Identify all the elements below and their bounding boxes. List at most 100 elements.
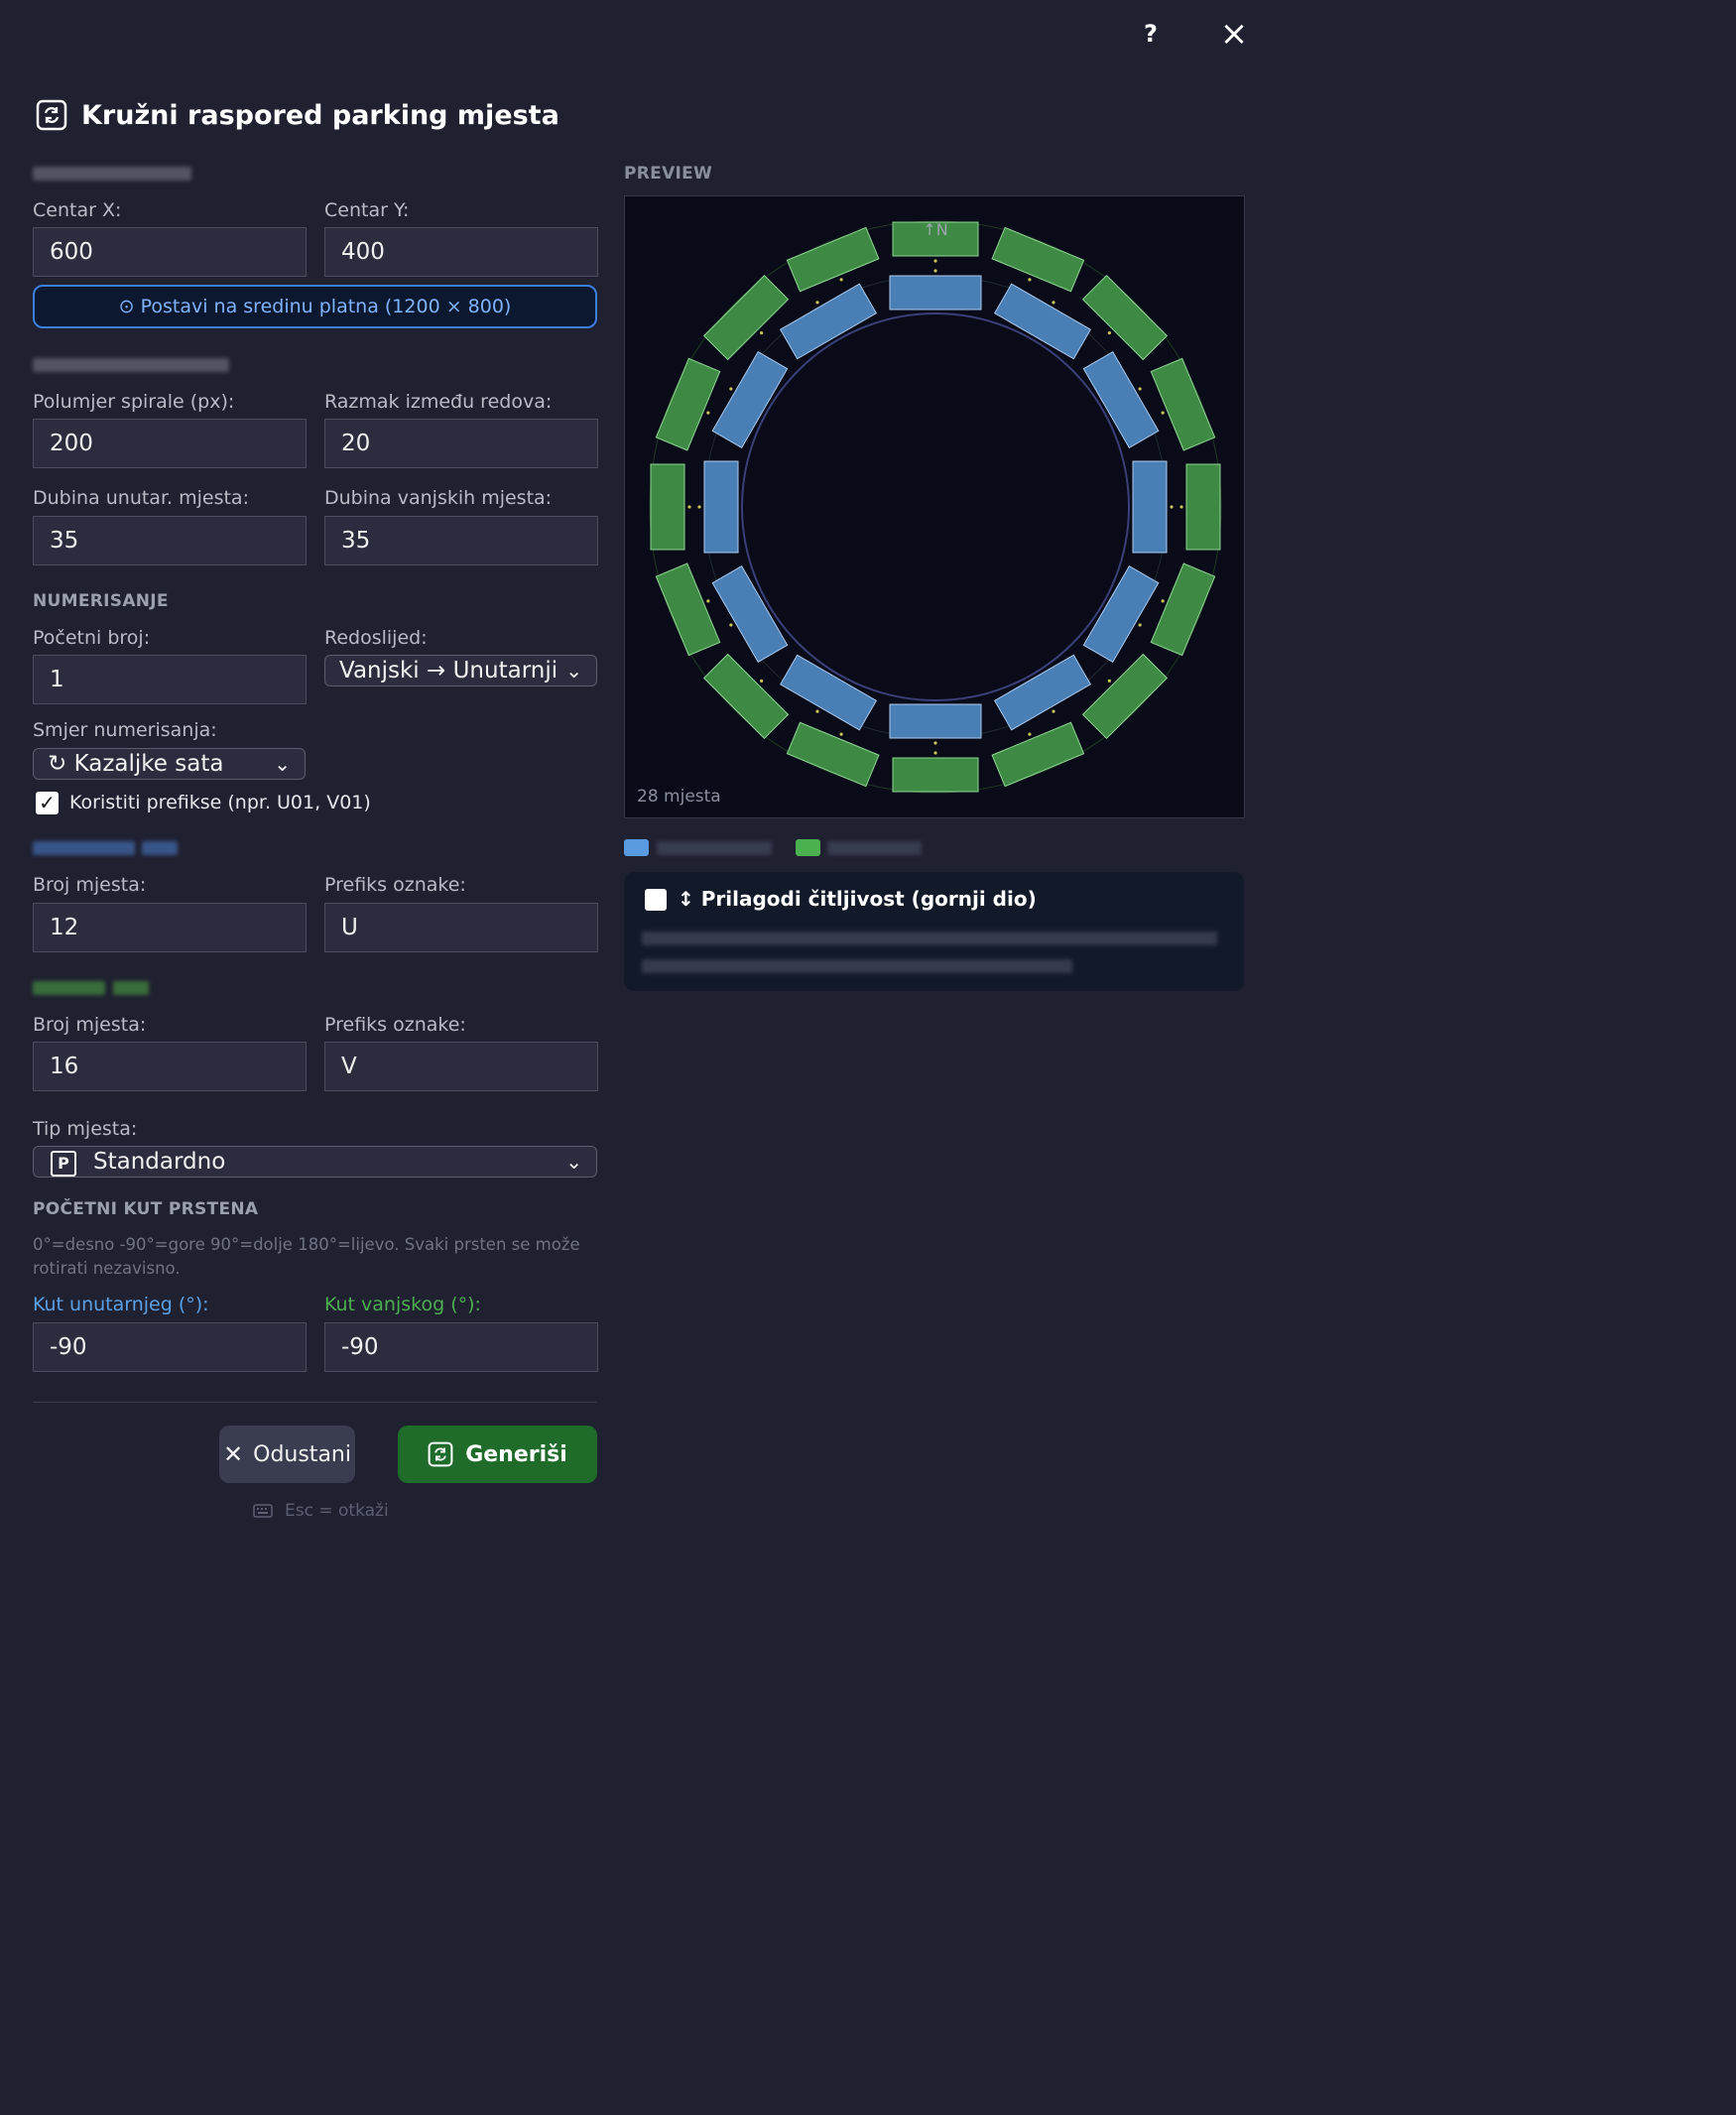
spot-marker-dot xyxy=(1107,679,1111,683)
generate-button[interactable]: Generiši xyxy=(398,1426,597,1483)
outer-angle-label: Kut vanjskog (°): xyxy=(324,1294,481,1315)
outer-parking-spot xyxy=(1081,653,1169,740)
chevron-down-icon: ⌄ xyxy=(565,659,582,683)
row-gap-input[interactable]: 20 xyxy=(324,419,598,468)
readability-panel: ↕ Prilagodi čitljivost (gornji dio) xyxy=(624,872,1244,991)
shortcut-hint: Esc = otkaži xyxy=(253,1501,389,1521)
readability-label: ↕ Prilagodi čitljivost (gornji dio) xyxy=(678,887,1037,911)
outer-angle-input[interactable]: -90 xyxy=(324,1322,598,1372)
parking-p-icon: P xyxy=(51,1151,76,1177)
center-on-canvas-button[interactable]: ⊙ Postavi na sredinu platna (1200 × 800) xyxy=(33,285,597,328)
spot-marker-dot xyxy=(839,278,843,282)
inner-parking-spot xyxy=(889,703,982,739)
center-x-input[interactable]: 600 xyxy=(33,227,307,277)
spot-marker-dot xyxy=(697,505,701,509)
outer-prefix-input[interactable]: V xyxy=(324,1042,598,1091)
inner-parking-spot xyxy=(1082,564,1160,664)
spot-marker-dot xyxy=(815,301,819,305)
readability-checkbox[interactable] xyxy=(645,889,667,911)
inner-prefix-input[interactable]: U xyxy=(324,903,598,952)
footer-divider xyxy=(33,1402,597,1403)
cancel-button[interactable]: ✕ Odustani xyxy=(219,1426,355,1483)
spot-marker-dot xyxy=(1052,709,1055,713)
spot-marker-dot xyxy=(1161,411,1165,415)
inner-parking-spot xyxy=(889,275,982,311)
legend-inner-label-redacted xyxy=(657,841,772,855)
order-select[interactable]: Vanjski → Unutarnji ⌄ xyxy=(324,655,597,686)
prefix-checkbox[interactable]: ✓ xyxy=(36,792,59,814)
outer-parking-spot xyxy=(1185,463,1221,551)
inner-ring-heading-redacted-2 xyxy=(142,841,178,855)
spot-marker-dot xyxy=(839,732,843,736)
start-angle-hint: 0°=desno -90°=gore 90°=dolje 180°=lijevo… xyxy=(33,1235,580,1278)
spot-marker-dot xyxy=(1138,387,1142,391)
radius-input[interactable]: 200 xyxy=(33,419,307,468)
row-gap-label: Razmak između redova: xyxy=(324,391,553,413)
spot-marker-dot xyxy=(706,599,710,603)
inner-parking-spot xyxy=(779,654,878,731)
spot-marker-dot xyxy=(933,269,937,273)
outer-parking-spot xyxy=(650,463,685,551)
start-number-input[interactable]: 1 xyxy=(33,655,307,704)
spot-marker-dot xyxy=(1107,331,1111,335)
inner-parking-spot xyxy=(711,350,789,449)
spot-marker-dot xyxy=(1179,505,1183,509)
section-heading-geometry-redacted xyxy=(33,358,229,372)
spot-count-text: 28 mjesta xyxy=(637,787,721,807)
outer-parking-spot xyxy=(655,357,721,451)
spot-marker-dot xyxy=(729,387,733,391)
outer-parking-spot xyxy=(991,721,1085,788)
start-number-label: Početni broj: xyxy=(33,627,151,649)
preview-section-title: PREVIEW xyxy=(624,164,713,184)
outer-depth-label: Dubina vanjskih mjesta: xyxy=(324,487,553,509)
spot-marker-dot xyxy=(933,259,937,263)
readability-desc-redacted-2 xyxy=(642,959,1072,973)
spot-marker-dot xyxy=(729,623,733,627)
close-button[interactable]: × xyxy=(1218,17,1250,51)
inner-parking-spot xyxy=(1132,460,1168,554)
inner-prefix-label: Prefiks oznake: xyxy=(324,874,466,896)
ring-preview: ↑N 28 mjesta xyxy=(637,220,1222,807)
legend-inner-swatch xyxy=(624,839,649,856)
inner-depth-label: Dubina unutar. mjesta: xyxy=(33,487,249,509)
radius-label: Polumjer spirale (px): xyxy=(33,391,235,413)
spot-marker-dot xyxy=(760,331,764,335)
outer-depth-input[interactable]: 35 xyxy=(324,516,598,565)
spot-marker-dot xyxy=(933,751,937,755)
outer-ring-heading-redacted-2 xyxy=(113,981,149,995)
spot-marker-dot xyxy=(1052,301,1055,305)
keyboard-icon xyxy=(253,1504,273,1518)
close-icon: ✕ xyxy=(223,1440,244,1468)
ring-layout-icon xyxy=(36,99,67,131)
direction-select[interactable]: ↻ Kazaljke sata ⌄ xyxy=(33,748,306,780)
section-heading-center-redacted xyxy=(33,167,191,181)
inner-ring-heading-redacted xyxy=(33,841,135,855)
legend-outer-swatch xyxy=(796,839,820,856)
inner-parking-spot xyxy=(779,283,878,360)
dialog-window: ? × Kružni raspored parking mjesta Centa… xyxy=(0,0,1277,1555)
outer-parking-spot xyxy=(1081,274,1169,361)
direction-select-value: ↻ Kazaljke sata xyxy=(48,751,224,777)
numbering-section-title: NUMERISANJE xyxy=(33,591,169,611)
help-button[interactable]: ? xyxy=(1135,18,1167,50)
order-label: Redoslijed: xyxy=(324,627,428,649)
spot-marker-dot xyxy=(1138,623,1142,627)
spot-marker-dot xyxy=(933,741,937,745)
inner-boundary-circle xyxy=(741,312,1130,701)
chevron-down-icon: ⌄ xyxy=(565,1150,582,1174)
spot-marker-dot xyxy=(815,709,819,713)
inner-depth-input[interactable]: 35 xyxy=(33,516,307,565)
inner-count-input[interactable]: 12 xyxy=(33,903,307,952)
shortcut-hint-text: Esc = otkaži xyxy=(285,1501,389,1521)
inner-parking-spot xyxy=(711,564,789,664)
inner-angle-label: Kut unutarnjeg (°): xyxy=(33,1294,209,1315)
inner-angle-input[interactable]: -90 xyxy=(33,1322,307,1372)
outer-count-input[interactable]: 16 xyxy=(33,1042,307,1091)
spot-type-select[interactable]: P Standardno ⌄ xyxy=(33,1146,597,1178)
outer-parking-spot xyxy=(655,562,721,657)
dialog-title-row: Kružni raspored parking mjesta xyxy=(36,99,559,131)
chevron-down-icon: ⌄ xyxy=(274,752,291,776)
outer-parking-spot xyxy=(1150,562,1216,657)
dialog-title: Kružni raspored parking mjesta xyxy=(81,99,559,131)
center-y-input[interactable]: 400 xyxy=(324,227,598,277)
